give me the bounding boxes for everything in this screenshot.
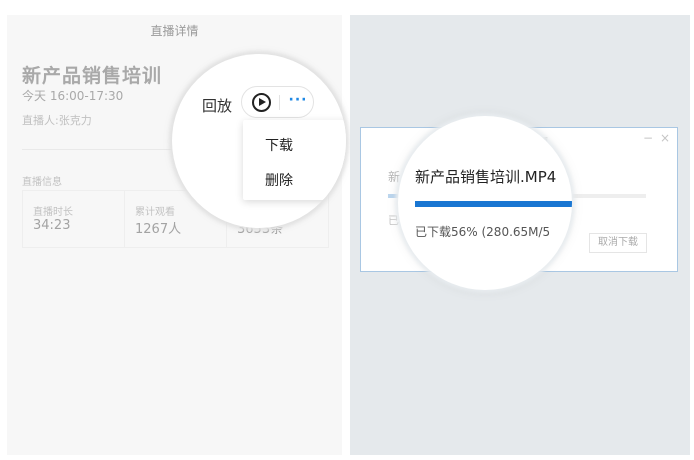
live-time: 今天 16:00-17:30 xyxy=(22,89,124,103)
close-icon[interactable]: × xyxy=(660,131,670,145)
replay-magnifier: 回放 ··· 下载 删除 xyxy=(172,54,346,228)
magnified-download-status: 已下载56% (280.65M/5 xyxy=(415,225,551,239)
download-magnifier: 新产品销售培训.MP4 已下载56% (280.65M/5 xyxy=(398,116,572,290)
minimize-icon[interactable]: − xyxy=(643,131,653,145)
page-title: 直播详情 xyxy=(150,24,199,38)
stat-label: 直播时长 xyxy=(33,207,73,218)
replay-label: 回放 xyxy=(202,97,233,115)
live-info-label: 直播信息 xyxy=(22,177,62,188)
more-horizontal-icon[interactable]: ··· xyxy=(286,93,310,111)
progress-fill xyxy=(415,201,572,207)
replay-controls: ··· xyxy=(241,86,314,118)
replay-menu: 下载 删除 xyxy=(243,120,346,200)
stat-duration: 直播时长 34:23 xyxy=(23,191,125,247)
cancel-download-button[interactable]: 取消下载 xyxy=(589,233,647,253)
download-status: 已 xyxy=(388,214,399,227)
menu-item-download[interactable]: 下载 xyxy=(265,135,293,155)
magnified-file-name: 新产品销售培训.MP4 xyxy=(415,168,557,186)
menu-item-delete[interactable]: 删除 xyxy=(265,170,293,190)
stat-value: 34:23 xyxy=(33,218,71,233)
divider xyxy=(279,95,280,110)
live-title: 新产品销售培训 xyxy=(22,65,163,87)
download-file-name: 新 xyxy=(388,170,401,184)
play-circle-icon[interactable] xyxy=(252,93,271,112)
live-host: 直播人:张克力 xyxy=(22,114,92,127)
magnified-progress-bar xyxy=(415,201,572,207)
stat-value: 1267人 xyxy=(135,222,182,237)
